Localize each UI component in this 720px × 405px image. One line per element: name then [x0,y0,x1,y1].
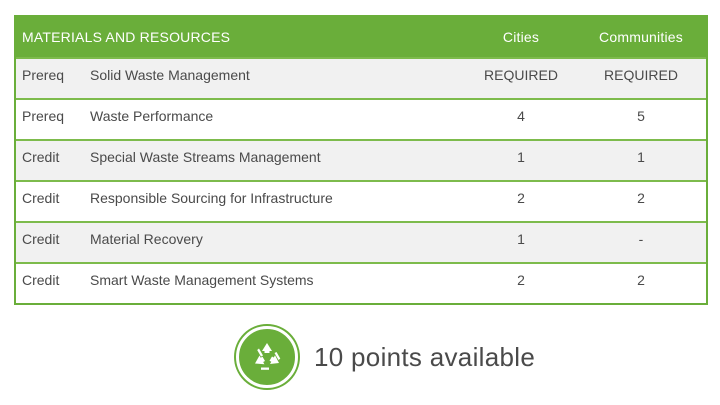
table-row: Credit Special Waste Streams Management … [16,139,706,180]
row-name: Special Waste Streams Management [90,149,321,165]
row-type: Prereq [22,67,65,83]
row-type: Credit [22,149,60,165]
row-communities-value: 2 [637,190,645,206]
points-available-text: 10 points available [314,341,536,372]
row-communities-value: REQUIRED [604,67,678,83]
row-cities-value: 4 [517,108,525,124]
points-footer: 10 points available [236,326,535,388]
row-communities-value: 2 [637,272,645,288]
row-name: Solid Waste Management [90,67,250,83]
table-row: Credit Smart Waste Management Systems 2 … [16,262,706,303]
table-row: Credit Material Recovery 1 - [16,221,706,262]
table-title: MATERIALS AND RESOURCES [22,29,231,45]
column-header-cities: Cities [502,29,540,45]
table-header: MATERIALS AND RESOURCES Cities Communiti… [16,17,706,57]
recycle-badge [236,326,298,388]
row-cities-value: 2 [517,190,525,206]
row-name: Smart Waste Management Systems [90,272,314,288]
row-cities-value: REQUIRED [484,67,558,83]
column-header-communities: Communities [599,29,683,45]
row-type: Credit [22,231,60,247]
row-cities-value: 2 [517,272,525,288]
recycle-icon [255,343,281,370]
row-communities-value: - [638,231,644,247]
row-cities-value: 1 [517,149,525,165]
row-name: Material Recovery [90,231,203,247]
table-row: Credit Responsible Sourcing for Infrastr… [16,180,706,221]
row-type: Credit [22,190,60,206]
row-cities-value: 1 [517,231,525,247]
row-communities-value: 1 [637,149,645,165]
row-communities-value: 5 [637,108,645,124]
materials-resources-table: MATERIALS AND RESOURCES Cities Communiti… [14,15,708,305]
table-row: Prereq Waste Performance 4 5 [16,98,706,139]
row-name: Waste Performance [90,108,214,124]
row-type: Credit [22,272,60,288]
row-type: Prereq [22,108,65,124]
table-row: Prereq Solid Waste Management REQUIRED R… [16,57,706,98]
row-name: Responsible Sourcing for Infrastructure [90,190,333,206]
